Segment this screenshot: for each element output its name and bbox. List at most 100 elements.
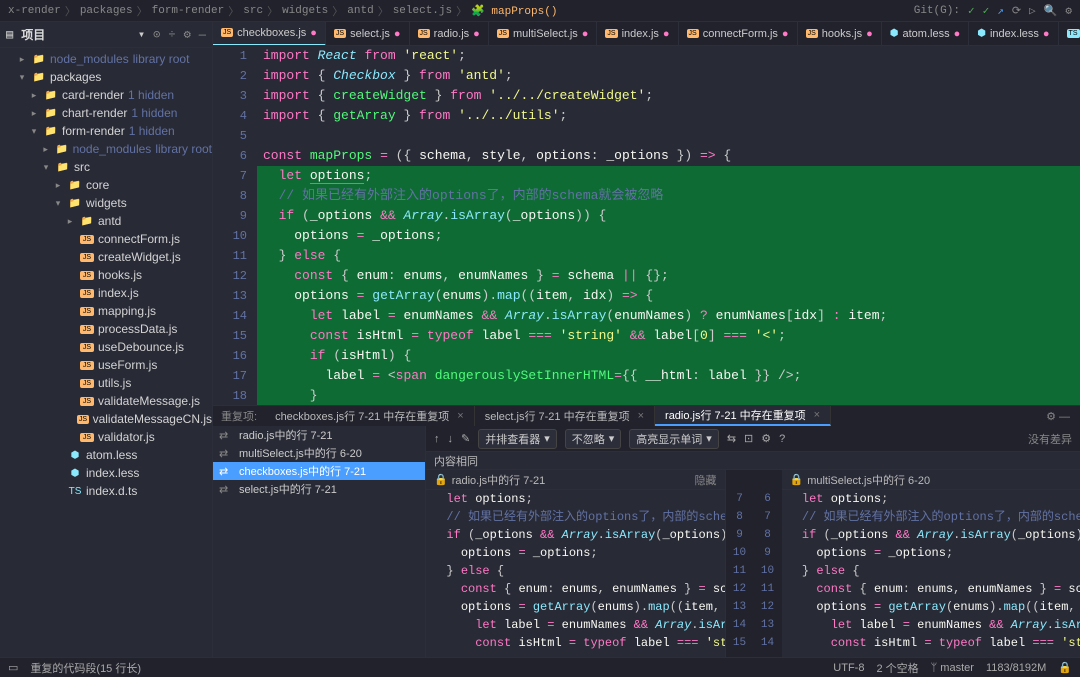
run-icon[interactable]: ▷ [1029,4,1036,18]
editor-tab[interactable]: JScheckboxes.js● [213,22,326,46]
memory[interactable]: 1183/8192M [986,662,1046,674]
prev-diff-icon[interactable]: ↑ [434,433,440,445]
chevron-icon[interactable]: ▾ [40,162,52,173]
tree-item[interactable]: ⬢index.less [0,464,212,482]
breadcrumb-item[interactable]: packages [80,5,133,17]
tree-item[interactable]: ▾📁form-render 1 hidden [0,122,212,140]
breadcrumb-item[interactable]: form-render [152,5,225,17]
tree-item[interactable]: JSvalidator.js [0,428,212,446]
chevron-icon[interactable]: ▸ [28,90,40,101]
tree-item[interactable]: ⬢atom.less [0,446,212,464]
chevron-icon[interactable]: ▾ [28,126,40,137]
duplicate-tab[interactable]: radio.js行 7-21 中存在重复项× [655,406,831,426]
breadcrumb-item[interactable]: select.js [393,5,452,17]
git-branch[interactable]: ᛘ master [931,662,974,674]
sync-icon[interactable]: ⊡ [744,432,753,445]
tree-item[interactable]: ▸📁node_modules library root [0,140,212,158]
code-area[interactable]: 12345678910111213141516171819 import Rea… [213,46,1080,405]
sidebar-dropdown-icon[interactable]: ▾ [138,27,145,42]
highlight-select[interactable]: 高亮显示单词 ▾ [629,429,719,449]
git-push-icon[interactable]: ✓ [983,4,990,18]
readonly-icon[interactable]: 🔒 [1058,661,1072,674]
hide-link[interactable]: 隐藏 [695,472,717,488]
gear-icon[interactable]: ⚙ [184,27,191,42]
editor-tab[interactable]: JSconnectForm.js● [679,22,798,46]
locate-icon[interactable]: ⊙ [153,27,160,42]
close-icon[interactable]: × [638,410,644,422]
tool-gear-icon[interactable]: ⚙ [761,432,771,445]
tree-item[interactable]: ▸📁node_modules library root [0,50,212,68]
breadcrumb-item[interactable]: 🧩 mapProps() [471,4,557,18]
chevron-icon[interactable]: ▸ [52,180,64,191]
breadcrumb-item[interactable]: antd [347,5,373,17]
tab-icon: ⬢ [890,28,899,39]
editor-tab[interactable]: ⬢index.less● [969,22,1058,46]
tree-item[interactable]: JSindex.js [0,284,212,302]
editor-tab[interactable]: JSindex.js● [597,22,678,46]
indent[interactable]: 2 个空格 [876,660,918,676]
edit-icon[interactable]: ✎ [461,432,470,445]
tree-item[interactable]: JSuseForm.js [0,356,212,374]
duplicate-settings-icon[interactable]: ⚙ — [1036,410,1080,423]
close-icon[interactable]: × [457,410,463,422]
tree-item[interactable]: ▾📁src [0,158,212,176]
chevron-icon[interactable]: ▸ [40,144,51,155]
tree-item[interactable]: ▾📁widgets [0,194,212,212]
tree-item[interactable]: ▸📁antd [0,212,212,230]
tree-item[interactable]: JSconnectForm.js [0,230,212,248]
duplicate-list[interactable]: ⇄radio.js中的行 7-21⇄multiSelect.js中的行 6-20… [213,426,426,657]
editor-tab[interactable]: ⬢atom.less● [882,22,969,46]
tree-item[interactable]: ▸📁chart-render 1 hidden [0,104,212,122]
breadcrumb-item[interactable]: x-render [8,5,61,17]
tree-item[interactable]: JScreateWidget.js [0,248,212,266]
tree-item[interactable]: ▸📁card-render 1 hidden [0,86,212,104]
tree-item[interactable]: TSindex.d.ts [0,482,212,500]
duplicate-list-item[interactable]: ⇄checkboxes.js中的行 7-21 [213,462,425,480]
status-left-icon[interactable]: ▭ [8,661,18,674]
file-tree[interactable]: ▸📁node_modules library root▾📁packages▸📁c… [0,48,212,657]
chevron-icon[interactable]: ▸ [64,216,76,227]
editor-tab[interactable]: JSmultiSelect.js● [489,22,598,46]
pane-b-code[interactable]: let options; // 如果已经有外部注入的options了，内部的sc… [782,490,1080,657]
chevron-icon[interactable]: ▾ [52,198,64,209]
tree-item[interactable]: JSmapping.js [0,302,212,320]
pane-a-code[interactable]: let options; // 如果已经有外部注入的options了，内部的sc… [426,490,725,657]
history-icon[interactable]: ⟳ [1012,4,1021,18]
chevron-icon[interactable]: ▸ [28,108,40,119]
duplicate-list-item[interactable]: ⇄select.js中的行 7-21 [213,480,425,498]
git-update-icon[interactable]: ↗ [997,4,1004,18]
chevron-icon[interactable]: ▸ [16,54,28,65]
search-icon[interactable]: 🔍 [1044,4,1058,18]
close-icon[interactable]: × [814,409,820,421]
collapse-icon[interactable]: ⇆ [727,432,736,445]
editor-tab[interactable]: JSselect.js● [326,22,410,46]
tree-item[interactable]: JSvalidateMessageCN.js [0,410,212,428]
duplicate-tab[interactable]: checkboxes.js行 7-21 中存在重复项× [265,406,475,426]
encoding[interactable]: UTF-8 [833,662,864,674]
sort-icon[interactable]: ÷ [168,28,175,42]
editor-tab[interactable]: JSradio.js● [410,22,489,46]
viewer-select[interactable]: 并排查看器 ▾ [478,429,557,449]
duplicate-list-item[interactable]: ⇄multiSelect.js中的行 6-20 [213,444,425,462]
tree-item[interactable]: ▾📁packages [0,68,212,86]
tree-item[interactable]: JSutils.js [0,374,212,392]
duplicate-tab[interactable]: select.js行 7-21 中存在重复项× [475,406,655,426]
code-content[interactable]: import React from 'react';import { Check… [257,46,1080,405]
tree-item[interactable]: JSuseDebounce.js [0,338,212,356]
editor-tab[interactable]: JShooks.js● [798,22,882,46]
tree-item[interactable]: JShooks.js [0,266,212,284]
editor-tab[interactable]: TSindex.d.ts● [1059,22,1080,46]
next-diff-icon[interactable]: ↓ [448,433,454,445]
tree-item[interactable]: JSvalidateMessage.js [0,392,212,410]
git-commit-icon[interactable]: ✓ [968,4,975,18]
settings-icon[interactable]: ⚙ [1065,4,1072,18]
breadcrumb-item[interactable]: src [243,5,263,17]
duplicate-list-item[interactable]: ⇄radio.js中的行 7-21 [213,426,425,444]
chevron-icon[interactable]: ▾ [16,72,28,83]
tree-item[interactable]: ▸📁core [0,176,212,194]
help-icon[interactable]: ? [779,433,785,445]
minimize-icon[interactable]: — [199,28,206,42]
tree-item[interactable]: JSprocessData.js [0,320,212,338]
ignore-select[interactable]: 不忽略 ▾ [565,429,622,449]
breadcrumb-item[interactable]: widgets [282,5,328,17]
